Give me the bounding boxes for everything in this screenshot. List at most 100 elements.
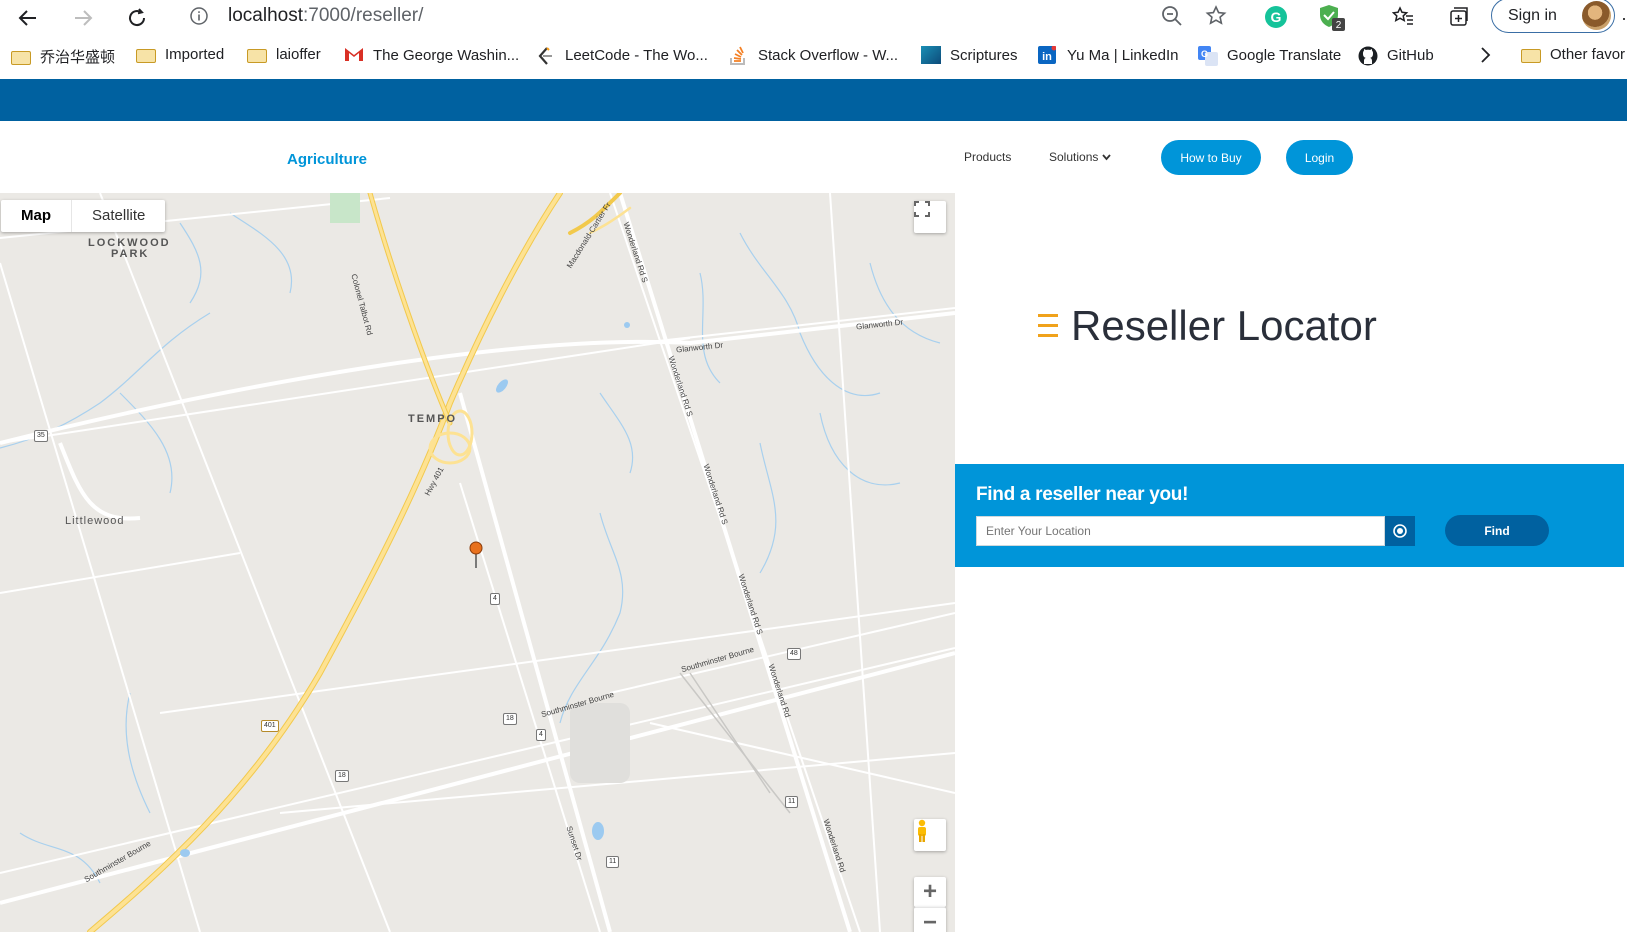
pegman-icon [918,819,926,842]
stackoverflow-icon [729,46,749,65]
route-shield: 18 [503,713,517,725]
url-text[interactable]: localhost:7000/reseller/ [228,5,423,27]
favorites-list-icon[interactable] [1389,3,1417,31]
bookmark-label: Imported [165,46,225,63]
bookmark-item[interactable]: laioffer [247,46,321,63]
collections-icon[interactable] [1445,3,1473,31]
folder-icon [1521,49,1541,63]
bookmark-item[interactable]: Stack Overflow - W... [729,46,898,65]
brand-link[interactable]: Agriculture [287,151,367,168]
bookmark-label: Scriptures [950,46,1018,64]
place-label: TEMPO [408,413,458,425]
translate-icon: G [1198,46,1218,66]
use-my-location-button[interactable] [1385,516,1415,546]
location-input[interactable] [976,516,1385,546]
linkedin-icon: in [1038,45,1058,64]
street-view-pegman-button[interactable] [914,819,946,851]
route-shield: 4 [490,593,500,605]
bookmark-item[interactable]: 乔治华盛顿 [11,46,115,67]
shield-extension-icon[interactable]: 2 [1317,3,1345,31]
bookmark-label: Yu Ma | LinkedIn [1067,46,1179,64]
route-shield: 401 [261,720,279,732]
route-shield: 18 [335,770,349,782]
nav-products[interactable]: Products [964,150,1011,164]
refresh-button[interactable] [121,2,153,34]
route-shield: 11 [606,856,620,868]
bookmark-label: GitHub [1387,46,1434,64]
bookmark-item[interactable]: Scriptures [921,46,1018,64]
bookmark-item[interactable]: The George Washin... [344,46,519,64]
sign-in-button[interactable]: Sign in [1491,0,1615,33]
zoom-out-button[interactable]: − [914,907,946,932]
map-type-map-button[interactable]: Map [1,200,72,232]
bookmark-item[interactable]: LeetCode - The Wo... [536,46,708,65]
bookmark-label: 乔治华盛顿 [40,49,116,66]
chevron-down-icon [1102,154,1111,161]
map-type-satellite-button[interactable]: Satellite [72,200,165,232]
scriptures-icon [921,46,941,64]
bookmark-label: LeetCode - The Wo... [565,46,708,64]
nav-solutions-label: Solutions [1049,150,1099,164]
folder-icon [247,49,267,63]
bookmark-label: laioffer [276,46,321,63]
grammarly-icon[interactable]: G [1262,3,1290,31]
map-type-control: Map Satellite [1,200,166,232]
forward-button[interactable] [67,2,99,34]
route-shield: 35 [34,430,48,442]
find-button[interactable]: Find [1445,515,1549,546]
bookmark-item[interactable]: GitHub [1358,46,1434,66]
place-label: PARK [111,248,150,260]
login-button[interactable]: Login [1286,140,1353,175]
map-view[interactable]: LOCKWOOD PARK TEMPO Littlewood Colonel T… [0,193,955,932]
page-title: Reseller Locator [1071,302,1377,349]
url-host: localhost [228,5,303,26]
avatar [1582,1,1611,30]
how-to-buy-button[interactable]: How to Buy [1161,140,1261,175]
bookmark-label: Other favor [1550,46,1626,63]
address-bar[interactable]: localhost:7000/reseller/ [175,0,1243,32]
route-shield: 48 [787,648,801,660]
svg-text:G: G [1201,49,1208,59]
gmail-icon [344,46,364,64]
more-menu-icon[interactable]: · [1621,8,1627,29]
info-icon[interactable] [189,6,209,26]
bookmark-item[interactable]: Imported [136,46,224,63]
forward-arrow-icon [75,10,93,26]
bookmark-item[interactable]: G Google Translate [1198,46,1342,66]
leetcode-icon [536,46,556,65]
fullscreen-icon [914,201,930,217]
bookmark-item[interactable]: Other favor [1521,46,1625,63]
route-shield: 11 [785,796,799,808]
find-reseller-panel: Find a reseller near you! Find [955,464,1624,567]
fullscreen-button[interactable] [914,201,946,233]
browser-toolbar: localhost:7000/reseller/ G 2 Sign in · [0,0,1627,36]
back-button[interactable] [12,2,44,34]
location-pin-icon[interactable] [469,541,483,568]
github-icon [1358,46,1378,66]
top-utility-bar [0,79,1627,121]
sign-in-label: Sign in [1508,6,1557,24]
bookmark-label: The George Washin... [373,46,520,64]
folder-icon [136,49,156,63]
zoom-in-button[interactable]: + [914,877,946,907]
chevron-right-icon [1481,47,1491,63]
zoom-icon[interactable] [1160,4,1184,28]
place-label: Littlewood [65,515,125,527]
back-arrow-icon [18,10,36,26]
nav-solutions[interactable]: Solutions [1049,150,1111,164]
bookmark-label: Google Translate [1227,46,1342,64]
svg-text:G: G [1271,9,1282,25]
bookmark-item[interactable]: in Yu Ma | LinkedIn [1038,45,1179,64]
bookmarks-bar: 乔治华盛顿 Imported laioffer The George Washi… [0,38,1627,76]
map-canvas[interactable] [0,193,955,932]
favorite-star-icon[interactable] [1204,4,1228,28]
hamburger-icon[interactable] [1038,314,1058,344]
bookmarks-overflow-chevron[interactable] [1479,46,1491,64]
folder-icon [11,51,31,65]
route-shield: 4 [536,729,546,741]
refresh-icon [129,8,146,27]
svg-text:2: 2 [1336,20,1342,31]
url-path: :7000/reseller/ [303,5,424,26]
site-header: Agriculture Products Solutions How to Bu… [0,121,1627,193]
find-panel-title: Find a reseller near you! [976,484,1189,505]
